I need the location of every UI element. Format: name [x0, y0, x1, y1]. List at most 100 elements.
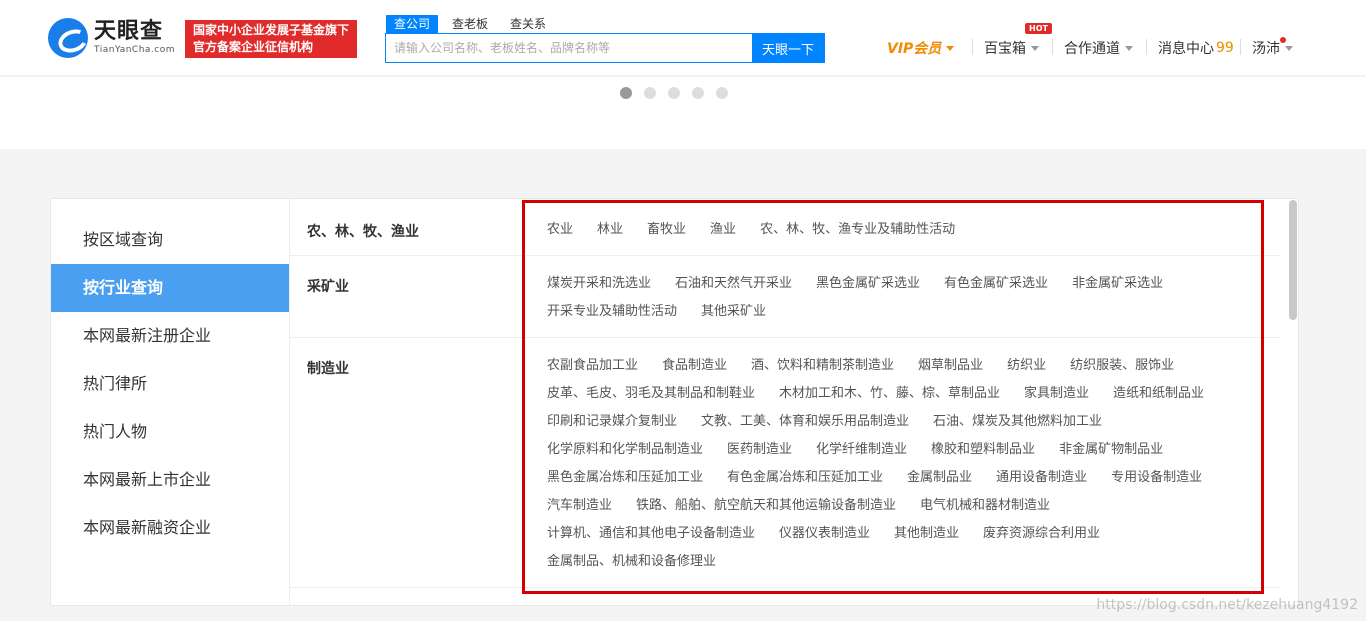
industry-item[interactable]: 黑色金属矿采选业 — [816, 270, 920, 298]
industry-item[interactable]: 渔业 — [710, 216, 736, 244]
industry-title[interactable]: 制造业 — [307, 358, 349, 378]
badge-line1: 国家中小企业发展子基金旗下 — [193, 23, 350, 37]
tab-boss[interactable]: 查老板 — [444, 15, 496, 33]
industry-item[interactable]: 汽车制造业 — [547, 492, 612, 520]
chevron-down-icon — [946, 45, 955, 51]
search-button[interactable]: 天眼一下 — [752, 34, 824, 62]
industry-item[interactable]: 家具制造业 — [1024, 380, 1089, 408]
industry-item[interactable]: 烟草制品业 — [918, 352, 983, 380]
vip-menu[interactable]: VIP会员 — [887, 38, 955, 58]
vip-label: VIP会员 — [887, 41, 942, 57]
industry-item[interactable]: 农、林、牧、渔专业及辅助性活动 — [760, 216, 955, 244]
industry-item[interactable]: 农业 — [547, 216, 573, 244]
industry-item[interactable]: 酒、饮料和精制茶制造业 — [751, 352, 894, 380]
industry-item[interactable]: 其他制造业 — [894, 520, 959, 548]
sidebar-item-law-firms[interactable]: 热门律所 — [51, 360, 289, 408]
industry-item[interactable]: 计算机、通信和其他电子设备制造业 — [547, 520, 755, 548]
industry-item[interactable]: 纺织业 — [1007, 352, 1046, 380]
industry-item[interactable]: 通用设备制造业 — [996, 464, 1087, 492]
industry-title[interactable]: 农、林、牧、渔业 — [307, 221, 419, 241]
industry-item[interactable]: 非金属矿物制品业 — [1059, 436, 1163, 464]
notification-dot — [1280, 37, 1286, 43]
sidebar-item-industry[interactable]: 按行业查询 — [51, 264, 289, 312]
logo-subtitle: TianYanCha.com — [94, 45, 176, 55]
industry-item[interactable]: 医药制造业 — [727, 436, 792, 464]
divider — [972, 39, 973, 55]
industry-item[interactable]: 金属制品业 — [907, 464, 972, 492]
search-tabs: 查公司 查老板 查关系 — [386, 15, 554, 33]
sidebar-item-region[interactable]: 按区域查询 — [51, 216, 289, 264]
user-name: 汤沛 — [1252, 41, 1280, 57]
chevron-down-icon — [1031, 45, 1039, 51]
industry-item[interactable]: 木材加工和木、竹、藤、棕、草制品业 — [779, 380, 1000, 408]
cooperation-menu[interactable]: 合作通道 — [1064, 38, 1133, 58]
carousel-dot[interactable] — [644, 87, 656, 99]
baibaoxiang-menu[interactable]: 百宝箱 — [984, 38, 1039, 58]
divider — [1146, 39, 1147, 55]
industry-item[interactable]: 食品制造业 — [662, 352, 727, 380]
industry-item[interactable]: 林业 — [597, 216, 623, 244]
watermark: https://blog.csdn.net/kezehuang4192 — [1096, 597, 1358, 613]
industry-item[interactable]: 铁路、船舶、航空航天和其他运输设备制造业 — [636, 492, 896, 520]
industry-item[interactable]: 煤炭开采和洗选业 — [547, 270, 651, 298]
sidebar-item-new-registered[interactable]: 本网最新注册企业 — [51, 312, 289, 360]
industry-item[interactable]: 农副食品加工业 — [547, 352, 638, 380]
chevron-down-icon — [1125, 45, 1133, 51]
search-box: 天眼一下 — [385, 33, 825, 63]
carousel-dots — [620, 87, 728, 99]
industry-item[interactable]: 畜牧业 — [647, 216, 686, 244]
sidebar-item-financing[interactable]: 本网最新融资企业 — [51, 504, 289, 552]
chevron-down-icon — [1285, 45, 1293, 51]
user-menu[interactable]: 汤沛 — [1252, 38, 1293, 58]
baibaoxiang-label: 百宝箱 — [984, 41, 1026, 57]
sidebar-item-listed[interactable]: 本网最新上市企业 — [51, 456, 289, 504]
divider — [1052, 39, 1053, 55]
industry-item[interactable]: 专用设备制造业 — [1111, 464, 1202, 492]
industry-item[interactable]: 纺织服装、服饰业 — [1070, 352, 1174, 380]
sidebar-item-people[interactable]: 热门人物 — [51, 408, 289, 456]
carousel-dot[interactable] — [692, 87, 704, 99]
tab-relation[interactable]: 查关系 — [502, 15, 554, 33]
logo[interactable]: 天眼查 TianYanCha.com — [48, 18, 175, 58]
tab-company[interactable]: 查公司 — [386, 15, 439, 33]
carousel-dot[interactable] — [620, 87, 632, 99]
hot-badge: HOT — [1025, 23, 1052, 34]
industry-item[interactable]: 文教、工美、体育和娱乐用品制造业 — [701, 408, 909, 436]
divider — [1240, 39, 1241, 55]
industry-item[interactable]: 橡胶和塑料制品业 — [931, 436, 1035, 464]
industry-sublist: 煤炭开采和洗选业 石油和天然气开采业 黑色金属矿采选业 有色金属矿采选业 非金属… — [547, 270, 1267, 326]
industry-item[interactable]: 金属制品、机械和设备修理业 — [547, 548, 716, 576]
carousel-dot[interactable] — [716, 87, 728, 99]
scrollbar[interactable] — [1289, 200, 1297, 320]
industry-sublist: 农业 林业 畜牧业 渔业 农、林、牧、渔专业及辅助性活动 — [547, 216, 1267, 244]
message-center-link[interactable]: 消息中心 99 — [1158, 38, 1234, 58]
industry-item[interactable]: 石油和天然气开采业 — [675, 270, 792, 298]
industry-item[interactable]: 仪器仪表制造业 — [779, 520, 870, 548]
industry-item[interactable]: 非金属矿采选业 — [1072, 270, 1163, 298]
industry-item[interactable]: 其他采矿业 — [701, 298, 766, 326]
badge-line2: 官方备案企业征信机构 — [193, 40, 314, 54]
message-count: 99 — [1216, 40, 1234, 56]
industry-item[interactable]: 有色金属冶炼和压延加工业 — [727, 464, 883, 492]
industry-item[interactable]: 开采专业及辅助性活动 — [547, 298, 677, 326]
industry-item[interactable]: 化学原料和化学制品制造业 — [547, 436, 703, 464]
industry-row-mining: 采矿业 煤炭开采和洗选业 石油和天然气开采业 黑色金属矿采选业 有色金属矿采选业… — [290, 256, 1280, 338]
industry-title[interactable]: 采矿业 — [307, 276, 349, 296]
industry-item[interactable]: 印刷和记录媒介复制业 — [547, 408, 677, 436]
industry-item[interactable]: 废弃资源综合利用业 — [983, 520, 1100, 548]
industry-item[interactable]: 造纸和纸制品业 — [1113, 380, 1204, 408]
carousel-dot[interactable] — [668, 87, 680, 99]
industry-item[interactable]: 石油、煤炭及其他燃料加工业 — [933, 408, 1102, 436]
search-input[interactable] — [386, 34, 752, 62]
banner — [0, 77, 1366, 149]
industry-item[interactable]: 化学纤维制造业 — [816, 436, 907, 464]
industry-item[interactable]: 有色金属矿采选业 — [944, 270, 1048, 298]
industry-item[interactable]: 皮革、毛皮、羽毛及其制品和制鞋业 — [547, 380, 755, 408]
industry-item[interactable]: 黑色金属冶炼和压延加工业 — [547, 464, 703, 492]
industry-sublist: 农副食品加工业 食品制造业 酒、饮料和精制茶制造业 烟草制品业 纺织业 纺织服装… — [547, 352, 1282, 576]
industry-item[interactable]: 电气机械和器材制造业 — [920, 492, 1050, 520]
query-sidebar: 按区域查询 按行业查询 本网最新注册企业 热门律所 热门人物 本网最新上市企业 … — [51, 199, 290, 605]
logo-title: 天眼查 — [94, 19, 164, 44]
message-center-label: 消息中心 — [1158, 41, 1214, 57]
top-header: 天眼查 TianYanCha.com 国家中小企业发展子基金旗下 官方备案企业征… — [0, 0, 1366, 76]
